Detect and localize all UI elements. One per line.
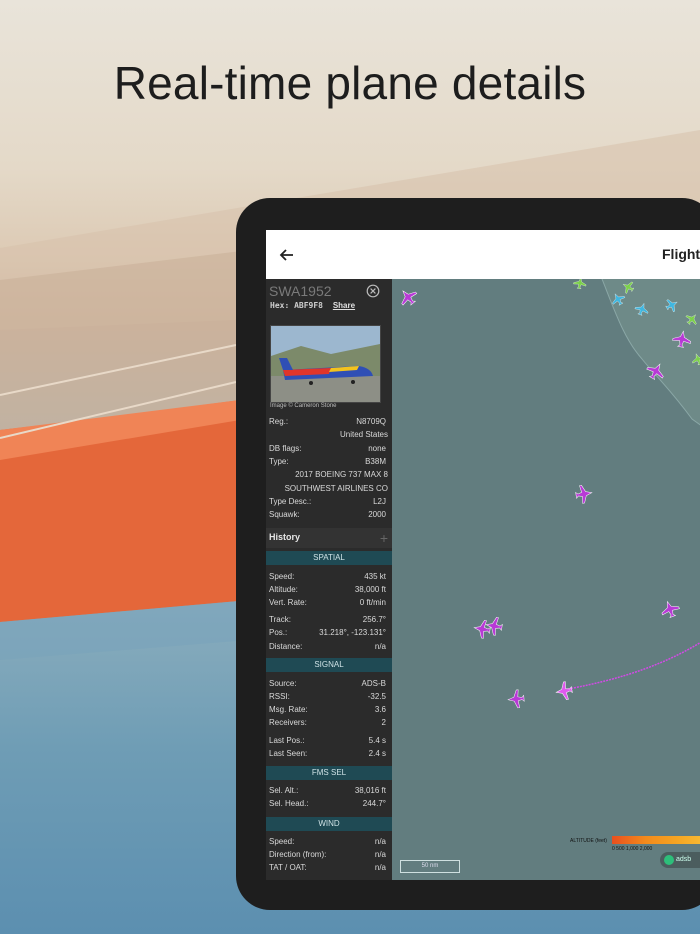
section-spatial: SPATIAL (266, 551, 392, 565)
spatial-row-distance: Distance: n/a (269, 642, 386, 651)
adsb-logo-icon (664, 855, 674, 865)
hex-line: Hex: ABF9F8 Share (270, 301, 355, 310)
signal-row-lastpos: Last Pos.: 5.4 s (269, 736, 386, 745)
signal-row-rssi: RSSI: -32.5 (269, 692, 386, 701)
signal-row-source: Source: ADS-B (269, 679, 386, 688)
altitude-color-bar (612, 836, 700, 844)
map-attribution-badge[interactable]: adsb (660, 852, 700, 868)
altitude-legend-ticks: 0 500 1,000 2,000 (612, 846, 653, 852)
info-row-reg: Reg.: N8709Q (269, 417, 386, 426)
info-country: United States (339, 430, 388, 439)
close-icon[interactable] (366, 284, 380, 298)
info-row-type: Type: B38M (269, 457, 386, 466)
headline: Real-time plane details (113, 57, 587, 109)
info-operator: SOUTHWEST AIRLINES CO (284, 484, 388, 493)
signal-row-msgrate: Msg. Rate: 3.6 (269, 705, 386, 714)
map-canvas[interactable] (392, 277, 700, 880)
aircraft-icon[interactable] (573, 277, 587, 290)
spatial-row-speed: Speed: 435 kt (269, 572, 386, 581)
selected-aircraft-icon[interactable] (555, 681, 574, 702)
info-row-typedesc: Type Desc.: L2J (269, 497, 386, 506)
expand-plus-icon[interactable]: + (380, 530, 388, 546)
aircraft-icon[interactable] (659, 598, 681, 619)
aircraft-icon[interactable] (396, 285, 420, 309)
signal-row-lastseen: Last Seen: 2.4 s (269, 749, 386, 758)
info-model: 2017 BOEING 737 MAX 8 (295, 470, 388, 479)
wind-row-speed: Speed: n/a (269, 837, 386, 846)
callsign: SWA1952 (269, 283, 332, 299)
fms-row-selhead: Sel. Head.: 244.7° (269, 799, 386, 808)
attribution-text: adsb (676, 856, 692, 863)
aircraft-icon[interactable] (575, 484, 594, 505)
info-row-dbflags: DB flags: none (269, 444, 386, 453)
section-wind: WIND (266, 817, 392, 831)
hex-value: ABF9F8 (294, 301, 323, 310)
wind-row-direction: Direction (from): n/a (269, 850, 386, 859)
section-fms: FMS SEL (266, 766, 392, 780)
spatial-row-altitude: Altitude: 38,000 ft (269, 585, 386, 594)
history-title: History (269, 532, 301, 542)
app-bar: Flight (266, 230, 700, 279)
spatial-row-pos: Pos.: 31.218°, -123.131° (269, 628, 386, 637)
aircraft-icon[interactable] (485, 616, 504, 637)
signal-row-receivers: Receivers: 2 (269, 718, 386, 727)
aircraft-photo[interactable] (270, 325, 381, 403)
spatial-row-vertrate: Vert. Rate: 0 ft/min (269, 598, 386, 607)
history-header[interactable]: History + (266, 528, 392, 548)
fms-row-selalt: Sel. Alt.: 38,016 ft (269, 786, 386, 795)
section-signal: SIGNAL (266, 658, 392, 672)
aircraft-info-panel: SWA1952 Hex: ABF9F8 Share Image © Camero… (266, 279, 392, 880)
info-row-squawk: Squawk: 2000 (269, 510, 386, 519)
share-link[interactable]: Share (333, 301, 355, 310)
spatial-row-track: Track: 256.7° (269, 615, 386, 624)
hex-label: Hex: (270, 301, 290, 310)
photo-credit: Image © Cameron Stone (270, 403, 337, 409)
aircraft-icon[interactable] (507, 689, 525, 709)
aircraft-icon[interactable] (473, 619, 492, 640)
flight-map[interactable] (392, 277, 700, 880)
app-title: Flight (662, 246, 700, 262)
back-arrow-icon[interactable] (276, 244, 298, 266)
flight-trail (567, 641, 700, 690)
altitude-legend-label: ALTITUDE (feet) (570, 838, 607, 844)
app-screen: Flight SWA1952 Hex: ABF9F8 Share Image ©… (266, 230, 700, 880)
wind-row-tat: TAT / OAT: n/a (269, 863, 386, 872)
map-scale-bar: 50 nm (400, 860, 460, 873)
